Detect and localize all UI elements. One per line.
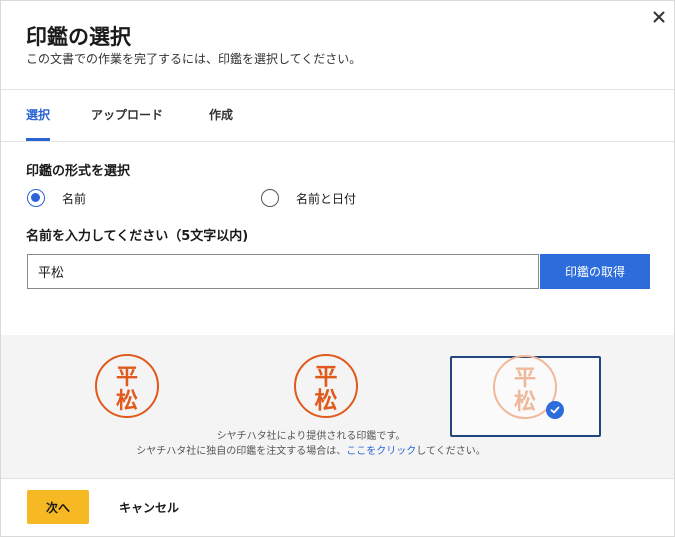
format-label: 印鑑の形式を選択 bbox=[26, 164, 131, 179]
seal-3-char-top: 平 bbox=[514, 365, 536, 391]
seal-2-char-top: 平 bbox=[315, 364, 338, 390]
seal-option-1[interactable]: 平 松 bbox=[94, 353, 160, 419]
active-tab-indicator bbox=[26, 138, 50, 141]
custom-seal-note-prefix: シヤチハタ社に独自の印鑑を注文する場合は、 bbox=[136, 446, 347, 457]
custom-seal-note-suffix: してください。 bbox=[416, 446, 486, 457]
tab-upload[interactable]: アップロード bbox=[91, 106, 163, 123]
cancel-button[interactable]: キャンセル bbox=[109, 490, 189, 524]
seal-1-char-top: 平 bbox=[116, 364, 138, 390]
seal-option-2[interactable]: 平 松 bbox=[293, 353, 359, 419]
seal-2-char-bottom: 松 bbox=[315, 388, 338, 414]
seal-3-char-bottom: 松 bbox=[514, 389, 536, 415]
dialog-subtitle: この文書での作業を完了するには、印鑑を選択してください。 bbox=[26, 52, 362, 66]
seal-1-char-bottom: 松 bbox=[116, 388, 138, 414]
seal-provider-note: シヤチハタ社により提供される印鑑です。 bbox=[216, 431, 406, 442]
tab-bar: 選択 アップロード 作成 bbox=[1, 90, 674, 142]
radio-name[interactable] bbox=[27, 189, 45, 207]
radio-name-and-date-label[interactable]: 名前と日付 bbox=[296, 190, 356, 207]
selected-check-icon bbox=[546, 401, 564, 419]
dialog-title: 印鑑の選択 bbox=[26, 25, 131, 49]
get-seal-button[interactable]: 印鑑の取得 bbox=[540, 254, 650, 289]
tab-select[interactable]: 選択 bbox=[26, 106, 50, 123]
radio-name-label[interactable]: 名前 bbox=[62, 190, 86, 207]
name-input[interactable] bbox=[27, 254, 539, 289]
close-icon[interactable] bbox=[649, 7, 669, 27]
footer-divider bbox=[1, 478, 674, 479]
name-input-label: 名前を入力してください（5文字以内) bbox=[26, 229, 249, 244]
custom-seal-note: シヤチハタ社に独自の印鑑を注文する場合は、ここをクリックしてください。 bbox=[1, 442, 621, 457]
seal-selection-dialog: 印鑑の選択 この文書での作業を完了するには、印鑑を選択してください。 選択 アッ… bbox=[0, 0, 675, 537]
tab-create[interactable]: 作成 bbox=[209, 106, 233, 123]
next-button[interactable]: 次へ bbox=[27, 490, 89, 524]
radio-name-and-date[interactable] bbox=[261, 189, 279, 207]
order-custom-seal-link[interactable]: ここをクリック bbox=[346, 446, 416, 457]
